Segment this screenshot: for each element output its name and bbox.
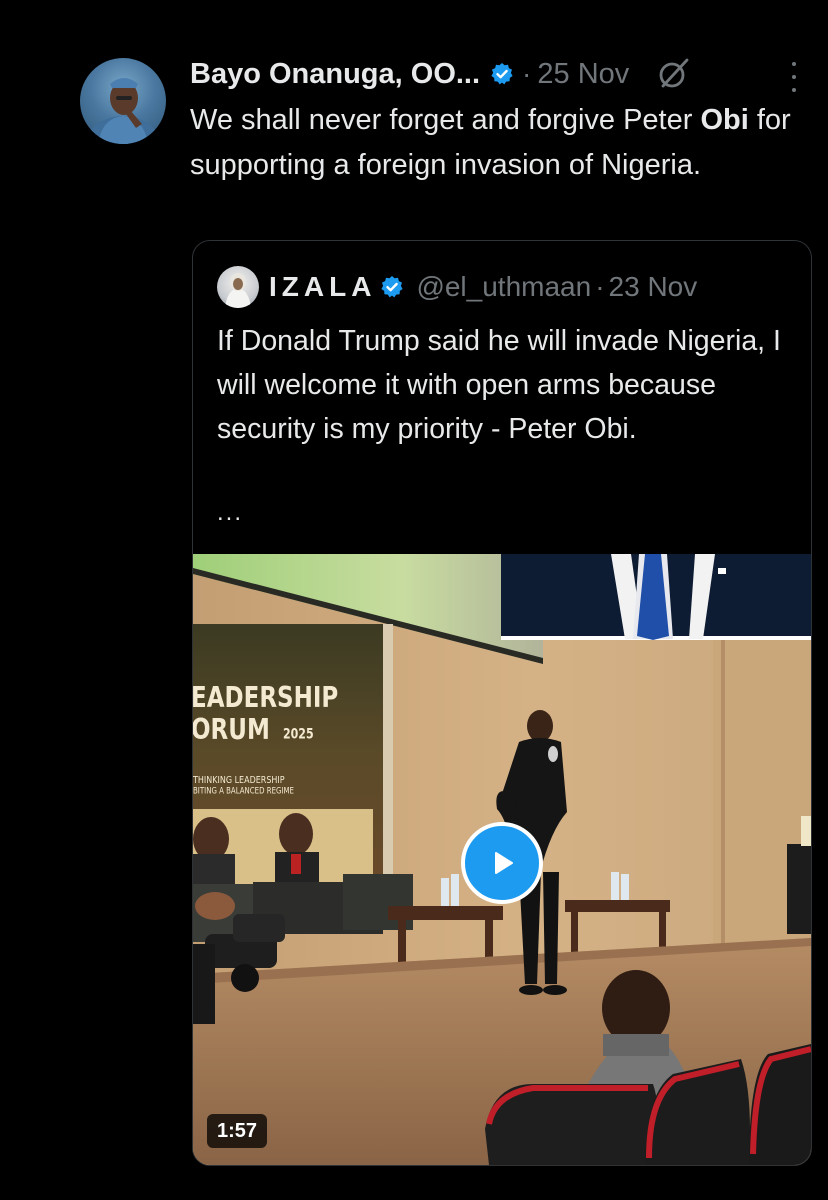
quote-separator-dot: · — [595, 271, 605, 302]
banner-line2: ORUM — [193, 714, 270, 747]
quote-author-name[interactable]: IZALA — [269, 271, 376, 303]
quote-date[interactable]: 23 Nov — [609, 271, 698, 303]
tweet-text-bold: Obi — [700, 104, 749, 136]
quoted-tweet-card[interactable]: IZALA @el_uthmaan · 23 Nov If Donald Tru… — [192, 240, 812, 1166]
tweet-header: Bayo Onanuga, OO... · 25 Nov — [190, 52, 691, 96]
banner-small2: BITING A BALANCED REGIME — [193, 786, 294, 796]
banner-year: 2025 — [283, 726, 314, 743]
tweet-text-part1: We shall never forget and forgive Peter — [190, 104, 701, 136]
quote-verified-badge-icon — [380, 275, 404, 299]
quote-author-avatar[interactable] — [217, 266, 259, 308]
separator-dot: · — [522, 58, 532, 89]
tweet[interactable]: Bayo Onanuga, OO... · 25 Nov We shall ne… — [0, 0, 828, 1200]
banner-small1: THINKING LEADERSHIP — [193, 774, 285, 786]
play-button[interactable] — [461, 822, 543, 904]
quote-handle[interactable]: @el_uthmaan — [416, 271, 591, 303]
verified-badge-icon — [490, 62, 514, 86]
author-name[interactable]: Bayo Onanuga, OO... — [190, 58, 480, 91]
quote-ellipsis: ... — [217, 499, 244, 526]
author-avatar[interactable] — [80, 58, 166, 144]
quote-text: If Donald Trump said he will invade Nige… — [217, 325, 781, 445]
grok-icon[interactable] — [657, 57, 691, 91]
more-options-icon[interactable] — [788, 62, 800, 92]
tweet-text: We shall never forget and forgive Peter … — [190, 98, 800, 188]
quote-header: IZALA @el_uthmaan · 23 Nov — [217, 265, 697, 309]
tweet-date[interactable]: 25 Nov — [537, 58, 629, 91]
video-duration: 1:57 — [207, 1114, 268, 1148]
play-icon — [495, 852, 513, 874]
banner-line1: EADERSHIP — [193, 682, 339, 715]
video-player[interactable]: EADERSHIP ORUM 2025 THINKING LEADERSHIP … — [193, 554, 811, 1165]
